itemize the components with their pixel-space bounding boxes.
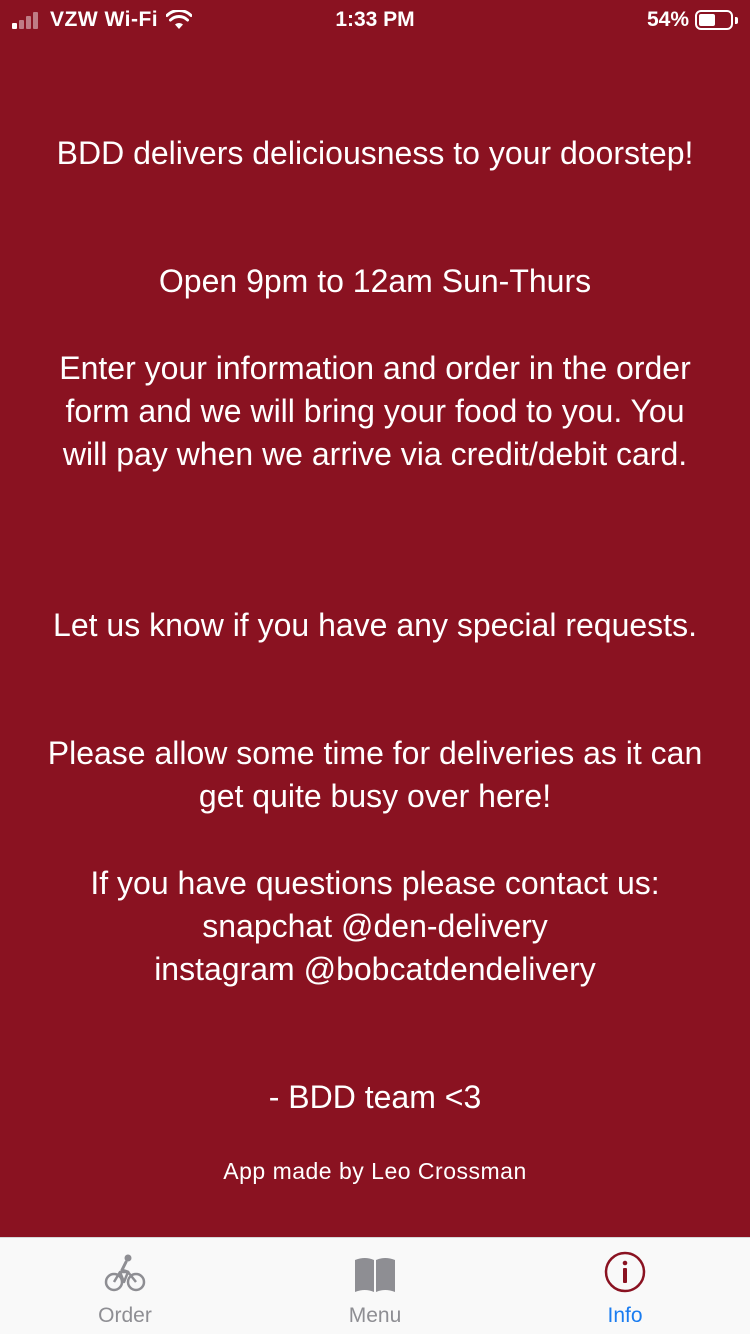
info-icon xyxy=(604,1251,646,1293)
info-screen: VZW Wi-Fi 1:33 PM 54% BDD delivers delic… xyxy=(0,0,750,1237)
signoff-text: - BDD team <3 xyxy=(268,1079,482,1115)
status-bar: VZW Wi-Fi 1:33 PM 54% xyxy=(0,0,750,40)
tab-menu-label: Menu xyxy=(348,1304,402,1327)
battery-cap xyxy=(735,16,738,24)
patience-note-text: Please allow some time for deliveries as… xyxy=(47,735,703,814)
instructions-text: Enter your information and order in the … xyxy=(59,350,691,472)
tab-bar: Order Menu Info xyxy=(0,1237,750,1334)
tab-info[interactable]: Info xyxy=(500,1238,750,1334)
contact-intro: If you have questions please contact us: xyxy=(90,865,660,901)
tab-order-label: Order xyxy=(98,1304,152,1327)
bicycle-icon xyxy=(104,1254,146,1292)
book-icon xyxy=(355,1258,395,1292)
app-credit: App made by Leo Crossman xyxy=(223,1158,527,1184)
tab-info-label: Info xyxy=(607,1304,643,1327)
status-right: 54% xyxy=(647,8,738,32)
hours-text: Open 9pm to 12am Sun-Thurs xyxy=(158,263,592,299)
special-requests-text: Let us know if you have any special requ… xyxy=(53,607,697,643)
battery-fill xyxy=(699,14,715,26)
contact-block: If you have questions please contact us:… xyxy=(40,862,710,991)
battery-percent: 54% xyxy=(646,8,689,31)
tab-order[interactable]: Order xyxy=(0,1238,250,1334)
instagram-handle: instagram @bobcatdendelivery xyxy=(154,951,596,987)
status-time: 1:33 PM xyxy=(335,8,415,31)
snapchat-handle: snapchat @den-delivery xyxy=(202,908,548,944)
tab-menu[interactable]: Menu xyxy=(250,1238,500,1334)
headline-text: BDD delivers deliciousness to your doors… xyxy=(56,135,694,171)
battery-icon xyxy=(695,10,733,30)
